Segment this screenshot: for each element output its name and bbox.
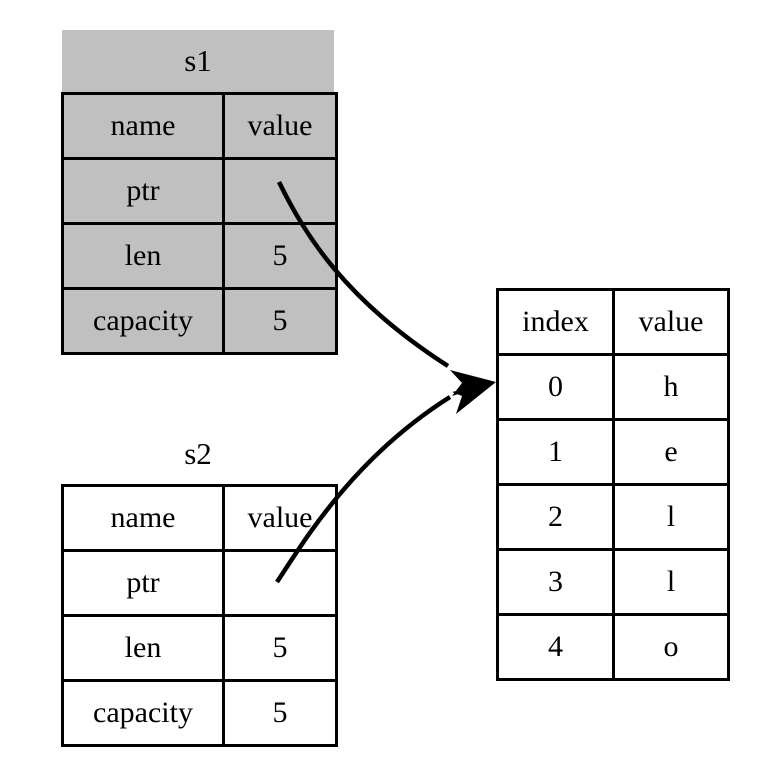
heap-header-value: value bbox=[612, 288, 730, 356]
s1-ptr-arrowhead-icon bbox=[450, 370, 496, 396]
s1-ptr-value bbox=[222, 157, 338, 225]
s2-header-row: name value bbox=[61, 484, 338, 552]
heap-row-2: 2 l bbox=[496, 483, 730, 551]
s2-row-ptr: ptr bbox=[61, 549, 338, 617]
s1-ptr-name: ptr bbox=[61, 157, 225, 225]
heap-header-row: index value bbox=[496, 288, 730, 356]
s1-row-len: len 5 bbox=[61, 222, 338, 290]
s2-capacity-value: 5 bbox=[222, 679, 338, 747]
heap-index-1: 1 bbox=[496, 418, 615, 486]
s1-capacity-name: capacity bbox=[61, 287, 225, 355]
s2-len-value: 5 bbox=[222, 614, 338, 682]
heap-value-1: e bbox=[612, 418, 730, 486]
s2-ptr-value bbox=[222, 549, 338, 617]
heap-row-1: 1 e bbox=[496, 418, 730, 486]
s2-ptr-arrowhead-icon bbox=[452, 382, 496, 414]
s1-header-name: name bbox=[61, 92, 225, 160]
s1-capacity-value: 5 bbox=[222, 287, 338, 355]
s2-title: s2 bbox=[62, 424, 334, 484]
s1-header-row: name value bbox=[61, 92, 338, 160]
heap-value-0: h bbox=[612, 353, 730, 421]
heap-row-4: 4 o bbox=[496, 613, 730, 681]
s2-struct-table: name value ptr len 5 capacity 5 bbox=[61, 484, 338, 747]
heap-index-2: 2 bbox=[496, 483, 615, 551]
s2-capacity-name: capacity bbox=[61, 679, 225, 747]
diagram-canvas: s1 name value ptr len 5 capacity 5 s2 na… bbox=[0, 0, 770, 766]
s1-len-name: len bbox=[61, 222, 225, 290]
s1-header-value: value bbox=[222, 92, 338, 160]
heap-row-3: 3 l bbox=[496, 548, 730, 616]
s1-row-ptr: ptr bbox=[61, 157, 338, 225]
s2-ptr-name: ptr bbox=[61, 549, 225, 617]
s2-row-len: len 5 bbox=[61, 614, 338, 682]
s2-len-name: len bbox=[61, 614, 225, 682]
s1-struct-table: name value ptr len 5 capacity 5 bbox=[61, 92, 338, 355]
heap-index-3: 3 bbox=[496, 548, 615, 616]
heap-value-4: o bbox=[612, 613, 730, 681]
s1-row-capacity: capacity 5 bbox=[61, 287, 338, 355]
heap-index-table: index value 0 h 1 e 2 l 3 l 4 o bbox=[496, 288, 730, 681]
heap-value-3: l bbox=[612, 548, 730, 616]
heap-index-0: 0 bbox=[496, 353, 615, 421]
heap-header-index: index bbox=[496, 288, 615, 356]
s1-len-value: 5 bbox=[222, 222, 338, 290]
s2-row-capacity: capacity 5 bbox=[61, 679, 338, 747]
heap-row-0: 0 h bbox=[496, 353, 730, 421]
s2-header-name: name bbox=[61, 484, 225, 552]
s1-title: s1 bbox=[62, 30, 334, 92]
heap-value-2: l bbox=[612, 483, 730, 551]
heap-index-4: 4 bbox=[496, 613, 615, 681]
s2-header-value: value bbox=[222, 484, 338, 552]
